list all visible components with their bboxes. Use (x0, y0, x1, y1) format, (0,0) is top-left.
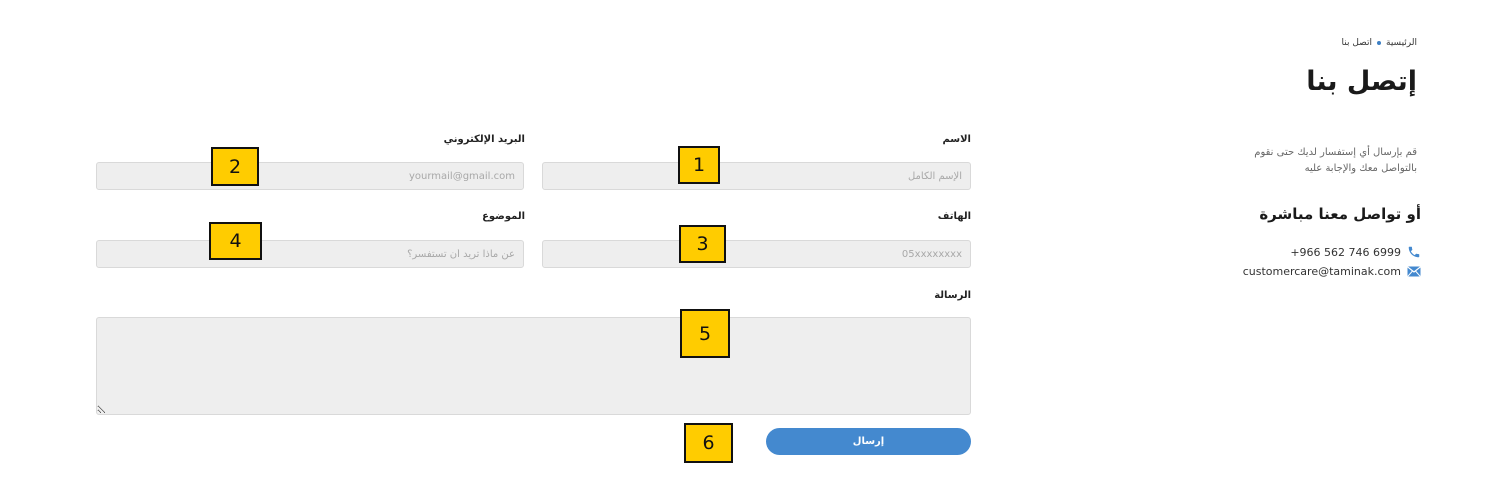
marker-1: 1 (678, 146, 720, 184)
envelope-icon (1407, 266, 1421, 277)
email-label: البريد الإلكتروني (443, 134, 525, 145)
breadcrumb-separator (1377, 41, 1381, 45)
breadcrumb-home-link[interactable]: الرئيسية (1386, 38, 1417, 48)
marker-4: 4 (209, 222, 262, 260)
subject-input[interactable] (96, 240, 524, 268)
email-address: customercare@taminak.com (1242, 265, 1401, 278)
phone-input[interactable] (542, 240, 971, 268)
phone-icon (1407, 245, 1421, 259)
page-title: إتصل بنا (1306, 66, 1417, 97)
marker-3: 3 (679, 225, 726, 263)
message-label: الرسالة (934, 290, 971, 301)
phone-number: +966 562 746 6999 (1290, 245, 1401, 259)
submit-button[interactable]: إرسال (766, 428, 971, 455)
message-textarea[interactable] (96, 317, 971, 415)
name-input[interactable] (542, 162, 971, 190)
breadcrumb-current: اتصل بنا (1341, 38, 1372, 48)
contact-phone[interactable]: +966 562 746 6999 (1290, 245, 1421, 259)
name-label: الاسم (942, 134, 971, 145)
phone-label: الهاتف (937, 211, 971, 222)
marker-6: 6 (684, 423, 733, 463)
breadcrumb: الرئيسية اتصل بنا (1342, 38, 1417, 48)
direct-contact-title: أو تواصل معنا مباشرة (1259, 205, 1421, 223)
marker-2: 2 (211, 147, 259, 186)
marker-5: 5 (680, 309, 730, 358)
email-input[interactable] (96, 162, 524, 190)
subject-label: الموضوع (482, 211, 525, 222)
contact-email[interactable]: customercare@taminak.com (1243, 265, 1421, 278)
page-intro: قم بإرسال أي إستفسار لديك حتى نقوم بالتو… (1254, 147, 1417, 174)
